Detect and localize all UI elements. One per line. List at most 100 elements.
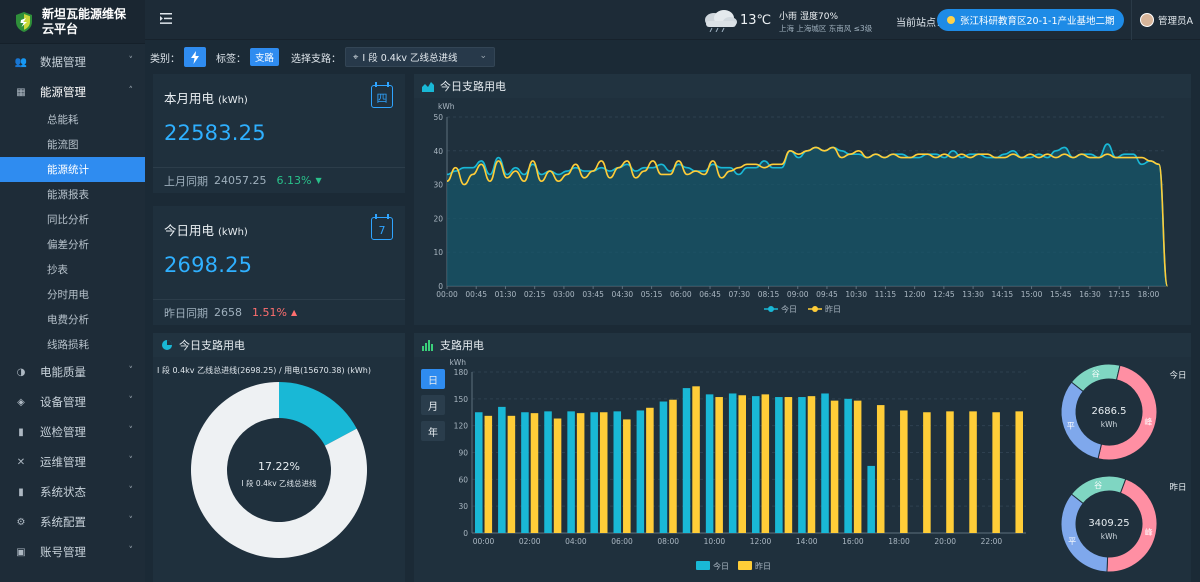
line-chart-panel: 今日支路用电 kWh 0 10 20 30 40 50 00:00 00:45 01:30 02:1… xyxy=(414,74,1191,325)
legend-marker xyxy=(812,306,818,312)
sidebar-item-label: 系统状态 xyxy=(40,485,86,499)
branch-select[interactable]: ⌖ I 段 0.4kv 乙线总进线 ⌄ xyxy=(345,47,496,67)
sidebar-subitem[interactable]: 能源统计 xyxy=(0,157,145,182)
sidebar-subitem[interactable]: 同比分析 xyxy=(0,207,145,232)
pie-chart-icon xyxy=(162,340,172,350)
ring-value: 3409.25 xyxy=(1088,518,1129,529)
sidebar-item[interactable]: ⚙ 系统配置 ˅ xyxy=(0,507,145,537)
sidebar-subitem[interactable]: 分时用电 xyxy=(0,282,145,307)
line-panel-title: 今日支路用电 xyxy=(440,80,506,93)
weather-widget: 13℃ 小雨 湿度70% 上海 上海城区 东南风 ≤3级 xyxy=(700,6,880,36)
sidebar-subitem[interactable]: 能流图 xyxy=(0,132,145,157)
branch-value: I 段 0.4kv 乙线总进线 xyxy=(362,53,458,64)
month-usage-card: 本月用电 (kWh) 四 22583.25 上月同期 24057.25 6.13… xyxy=(153,74,405,193)
rain-cloud-icon xyxy=(705,10,737,32)
gear-icon: ⚙ xyxy=(16,516,26,528)
sidebar-subitem[interactable]: 能源报表 xyxy=(0,182,145,207)
bar-yesterday xyxy=(692,386,700,533)
bar-today xyxy=(752,396,760,533)
sitemap-icon: ▦ xyxy=(16,86,26,98)
x-tick-label: 00:00 xyxy=(436,290,458,299)
bar-yesterday xyxy=(900,410,908,533)
bar-today xyxy=(521,412,529,533)
sidebar-item[interactable]: ✕ 运维管理 ˅ xyxy=(0,447,145,477)
sidebar: 新坦瓦能源维保云平台 👥 数据管理 ˅ ▦ 能源管理 ˄ 总能耗 能流图 能源统计 能源报表 同比分… xyxy=(0,0,145,582)
y-tick-label: 60 xyxy=(458,475,468,484)
month-change-pct: 6.13% xyxy=(276,174,312,187)
y-tick-label: 10 xyxy=(433,248,443,257)
x-tick-label: 18:00 xyxy=(1138,290,1160,299)
ring-segment-label: 平 xyxy=(1067,421,1075,430)
sidebar-subitem[interactable]: 线路损耗 xyxy=(0,332,145,357)
id-card-icon: ▣ xyxy=(16,546,26,558)
sidebar-item[interactable]: ◈ 设备管理 ˅ xyxy=(0,387,145,417)
bar-today xyxy=(775,397,783,533)
sidebar-item-label: 系统配置 xyxy=(40,515,86,529)
day-usage-card: 今日用电 (kWh) 7 2698.25 昨日同期 2658 1.51% ▲ xyxy=(153,206,405,325)
y-tick-label: 20 xyxy=(433,214,443,223)
range-year-button[interactable]: 年 xyxy=(421,421,445,441)
sidebar-subitem[interactable]: 偏差分析 xyxy=(0,232,145,257)
type-energy-button[interactable] xyxy=(184,47,206,67)
bar-yesterday xyxy=(992,412,1000,533)
sidebar-subitem[interactable]: 电费分析 xyxy=(0,307,145,332)
bar-yesterday xyxy=(761,394,770,533)
x-tick-label: 08:15 xyxy=(758,290,780,299)
x-tick-label: 16:30 xyxy=(1079,290,1101,299)
sidebar-subitem[interactable]: 总能耗 xyxy=(0,107,145,132)
bar-yesterday xyxy=(646,407,654,533)
bar-yesterday xyxy=(830,400,839,533)
sidebar-item[interactable]: ▣ 账号管理 ˅ xyxy=(0,537,145,567)
legend-label: 昨日 xyxy=(755,561,771,571)
legend-label: 今日 xyxy=(781,304,797,314)
station-selector[interactable]: 张江科研教育区20-1-1产业基地二期 ⌄ xyxy=(937,9,1124,31)
month-compare-label: 上月同期 xyxy=(164,174,208,188)
chevron-down-icon: ˅ xyxy=(128,516,134,526)
bar-yesterday xyxy=(484,415,493,533)
donut-panel: 今日支路用电 I 段 0.4kv 乙线总进线(2698.25) / 用电(156… xyxy=(153,333,405,582)
menu-toggle-icon[interactable] xyxy=(160,13,172,24)
user-menu[interactable]: 管理员A xyxy=(1131,0,1200,40)
x-tick-label: 08:00 xyxy=(657,537,679,546)
area-today xyxy=(447,144,1168,286)
chevron-down-icon: ⌄ xyxy=(479,51,488,61)
bar-yesterday xyxy=(738,395,746,533)
tag-branch-button[interactable]: 支路 xyxy=(250,48,280,66)
month-card-unit: (kWh) xyxy=(218,95,248,106)
weather-detail: 上海 上海城区 东南风 ≤3级 xyxy=(779,24,873,33)
contrast-icon: ◑ xyxy=(16,366,26,378)
bar-yesterday xyxy=(507,415,516,533)
month-card-title: 本月用电 xyxy=(164,91,215,106)
sidebar-item-label: 运维管理 xyxy=(40,455,86,469)
sidebar-item[interactable]: ▦ 能源管理 ˄ xyxy=(0,77,145,107)
bar-yesterday xyxy=(969,411,977,533)
bar-yesterday xyxy=(599,412,608,533)
donut-center-label: I 段 0.4kv 乙线总进线 xyxy=(241,479,317,488)
tag-label: 标签： xyxy=(216,53,246,65)
ring-segment-label: 平 xyxy=(1068,537,1076,546)
y-tick-label: 90 xyxy=(458,449,468,458)
bar-today xyxy=(498,406,506,533)
bar-yesterday xyxy=(715,397,723,533)
range-month-button[interactable]: 月 xyxy=(421,395,445,415)
logo: 新坦瓦能源维保云平台 xyxy=(0,0,145,44)
x-tick-label: 09:45 xyxy=(816,290,838,299)
range-day-button[interactable]: 日 xyxy=(421,369,445,389)
x-tick-label: 15:00 xyxy=(1021,290,1043,299)
sidebar-item[interactable]: ▮ 系统状态 ˅ xyxy=(0,477,145,507)
location-pin-icon: ⌖ xyxy=(353,51,359,63)
calendar-icon: 7 xyxy=(371,214,393,240)
sidebar-item[interactable]: ▮ 巡检管理 ˅ xyxy=(0,417,145,447)
bar-yesterday xyxy=(784,397,793,533)
chevron-down-icon: ˅ xyxy=(128,396,134,406)
month-compare-value: 24057.25 xyxy=(214,174,267,187)
bar-chart: kWh 0 30 60 90 120 150 180 00:00 02:00 04:00 06:00 0… xyxy=(449,358,1026,571)
bar-yesterday xyxy=(530,413,539,533)
chevron-up-icon: ˄ xyxy=(128,86,134,96)
sidebar-subitem[interactable]: 抄表 xyxy=(0,257,145,282)
sidebar-item[interactable]: 👥 数据管理 ˅ xyxy=(0,47,145,77)
y-tick-label: 180 xyxy=(454,368,469,377)
x-tick-label: 04:30 xyxy=(612,290,634,299)
ring-unit: kWh xyxy=(1101,532,1118,541)
sidebar-item[interactable]: ◑ 电能质量 ˅ xyxy=(0,357,145,387)
